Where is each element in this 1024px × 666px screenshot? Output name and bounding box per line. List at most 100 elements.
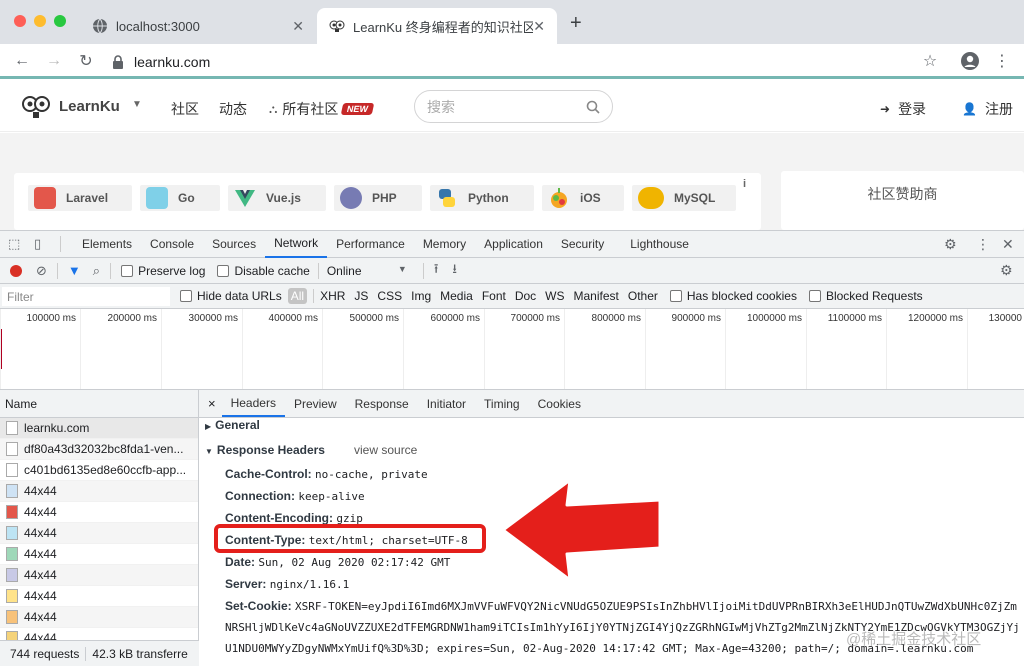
- settings-gear-icon[interactable]: ⚙: [944, 236, 957, 253]
- back-arrow-icon[interactable]: ←: [10, 49, 34, 73]
- search-input[interactable]: 搜索: [414, 90, 613, 123]
- tab-console[interactable]: Console: [141, 231, 203, 258]
- nav-community[interactable]: 社区: [171, 99, 199, 119]
- throttling-select[interactable]: Online ▼: [327, 264, 407, 278]
- category-ios[interactable]: iOS: [542, 185, 624, 211]
- filter-type-css[interactable]: CSS: [377, 289, 402, 303]
- disable-cache-checkbox[interactable]: [217, 264, 230, 277]
- sign-in-icon: ➜: [880, 102, 891, 116]
- name-column-header[interactable]: Name: [0, 390, 199, 418]
- tab-preview[interactable]: Preview: [285, 390, 346, 417]
- brand-name[interactable]: LearnKu: [59, 98, 120, 115]
- blocked-requests-checkbox[interactable]: [808, 290, 821, 302]
- network-timeline-overview[interactable]: 100000 ms 200000 ms 300000 ms 400000 ms …: [0, 309, 1024, 390]
- tab-initiator[interactable]: Initiator: [418, 390, 475, 417]
- tab-network[interactable]: Network: [265, 231, 328, 258]
- maximize-window-button[interactable]: [54, 15, 66, 27]
- chevron-down-icon[interactable]: ▼: [132, 99, 142, 110]
- network-settings-gear-icon[interactable]: ⚙: [1000, 262, 1013, 279]
- inspect-element-icon[interactable]: ⬚: [8, 236, 28, 252]
- category-python[interactable]: Python: [430, 185, 534, 211]
- close-window-button[interactable]: [14, 15, 26, 27]
- learnku-logo-icon[interactable]: [21, 92, 51, 122]
- request-row[interactable]: 44x44: [0, 523, 198, 544]
- view-source-link[interactable]: view source: [354, 443, 417, 457]
- category-php[interactable]: PHP: [334, 185, 422, 211]
- category-mysql[interactable]: MySQL: [632, 185, 736, 211]
- reload-icon[interactable]: ↻: [74, 49, 98, 73]
- address-bar[interactable]: learnku.com: [112, 48, 952, 75]
- general-section-toggle[interactable]: ▶ General: [205, 418, 260, 432]
- device-toolbar-icon[interactable]: ▯: [34, 236, 54, 252]
- tab-elements[interactable]: Elements: [73, 231, 141, 258]
- bookmark-star-icon[interactable]: ☆: [918, 49, 942, 73]
- clear-icon[interactable]: ⊘: [36, 263, 47, 279]
- filter-type-js[interactable]: JS: [354, 289, 368, 303]
- request-row[interactable]: learnku.com: [0, 418, 198, 439]
- filter-type-doc[interactable]: Doc: [515, 289, 536, 303]
- info-icon[interactable]: i: [743, 178, 746, 190]
- hide-data-urls-checkbox[interactable]: [180, 290, 192, 302]
- filter-type-media[interactable]: Media: [440, 289, 473, 303]
- request-row[interactable]: c401bd6135ed8e60ccfb-app...: [0, 460, 198, 481]
- tab-headers[interactable]: Headers: [221, 390, 285, 417]
- filter-type-all[interactable]: All: [287, 288, 308, 304]
- browser-tab[interactable]: localhost:3000 ✕: [80, 8, 316, 44]
- timeline-tick: 500000 ms: [322, 309, 403, 389]
- image-file-icon: [6, 547, 18, 561]
- record-icon[interactable]: [10, 264, 22, 277]
- close-devtools-icon[interactable]: ✕: [1002, 236, 1014, 253]
- nav-activity[interactable]: 动态: [219, 99, 247, 119]
- tab-lighthouse[interactable]: Lighthouse: [621, 231, 698, 258]
- category-go[interactable]: Go: [140, 185, 220, 211]
- close-detail-icon[interactable]: ×: [208, 396, 216, 411]
- preserve-log-checkbox[interactable]: [121, 264, 134, 277]
- login-link[interactable]: ➜ 登录: [880, 99, 926, 119]
- request-row[interactable]: 44x44: [0, 544, 198, 565]
- import-har-icon[interactable]: ⭱: [434, 260, 439, 282]
- tab-application[interactable]: Application: [475, 231, 552, 258]
- search-icon[interactable]: [586, 100, 600, 114]
- profile-avatar-icon[interactable]: [958, 49, 982, 73]
- filter-type-manifest[interactable]: Manifest: [574, 289, 619, 303]
- filter-type-ws[interactable]: WS: [545, 289, 564, 303]
- export-har-icon[interactable]: ⭳: [452, 260, 457, 282]
- request-row[interactable]: 44x44: [0, 586, 198, 607]
- tab-memory[interactable]: Memory: [414, 231, 475, 258]
- header-key: Cache-Control:: [225, 467, 312, 481]
- filter-funnel-icon[interactable]: ▼: [68, 263, 81, 278]
- tab-security[interactable]: Security: [552, 231, 613, 258]
- close-tab-icon[interactable]: ✕: [533, 18, 545, 35]
- category-vuejs[interactable]: Vue.js: [228, 185, 326, 211]
- filter-input[interactable]: Filter: [2, 286, 170, 306]
- tab-sources[interactable]: Sources: [203, 231, 265, 258]
- filter-type-font[interactable]: Font: [482, 289, 506, 303]
- request-row[interactable]: df80a43d32032bc8fda1-ven...: [0, 439, 198, 460]
- minimize-window-button[interactable]: [34, 15, 46, 27]
- nav-all-communities[interactable]: ⛬ 所有社区 NEW: [269, 99, 375, 119]
- tab-response[interactable]: Response: [346, 390, 418, 417]
- request-row[interactable]: 44x44: [0, 502, 198, 523]
- close-tab-icon[interactable]: ✕: [292, 18, 304, 35]
- forward-arrow-icon[interactable]: →: [42, 49, 66, 73]
- filter-type-xhr[interactable]: XHR: [320, 289, 345, 303]
- browser-menu-icon[interactable]: ⋮: [990, 49, 1014, 73]
- filter-type-other[interactable]: Other: [628, 289, 658, 303]
- tab-performance[interactable]: Performance: [327, 231, 414, 258]
- register-link[interactable]: 👤 注册: [962, 99, 1013, 119]
- request-row[interactable]: 44x44: [0, 481, 198, 502]
- request-row[interactable]: 44x44: [0, 565, 198, 586]
- search-icon[interactable]: ⌕: [93, 263, 100, 279]
- tab-cookies[interactable]: Cookies: [529, 390, 590, 417]
- request-row[interactable]: 44x44: [0, 628, 198, 640]
- response-headers-section-toggle[interactable]: ▼ Response Headers: [205, 443, 325, 457]
- browser-tab-active[interactable]: LearnKu 终身编程者的知识社区 ✕: [317, 8, 557, 44]
- header-value: XSRF-TOKEN=eyJpdiI6Imd6MXJmVVFuWFVQY2Nic…: [295, 600, 1017, 613]
- category-laravel[interactable]: Laravel: [28, 185, 132, 211]
- has-blocked-cookies-checkbox[interactable]: [669, 290, 682, 302]
- request-row[interactable]: 44x44: [0, 607, 198, 628]
- devtools-menu-icon[interactable]: ⋮: [976, 236, 990, 253]
- tab-timing[interactable]: Timing: [475, 390, 529, 417]
- filter-type-img[interactable]: Img: [411, 289, 431, 303]
- new-tab-button[interactable]: +: [570, 12, 582, 35]
